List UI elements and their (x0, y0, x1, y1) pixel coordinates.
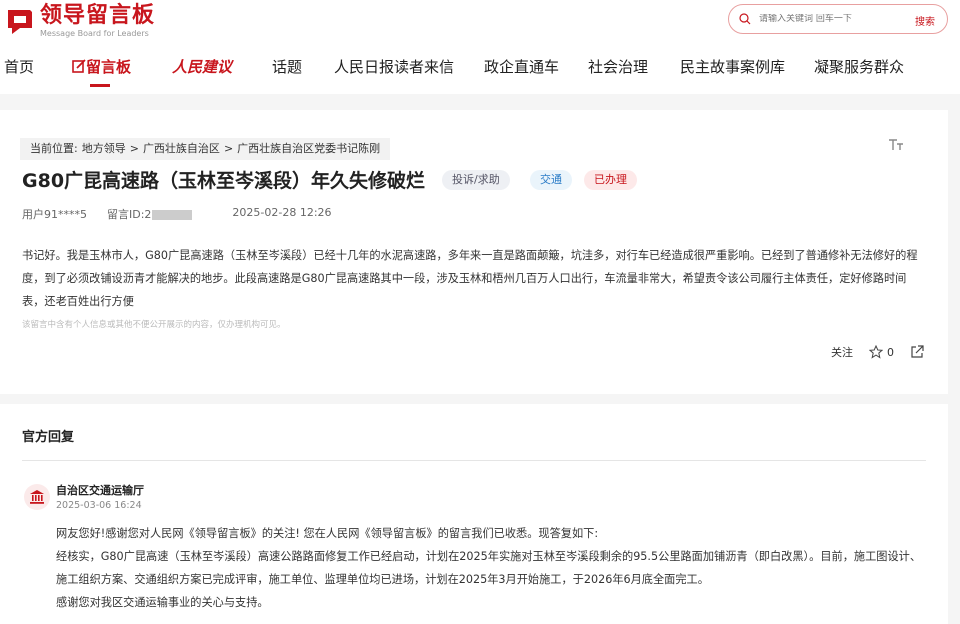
reply-body: 网友您好!感谢您对人民网《领导留言板》的关注! 您在人民网《领导留言板》的留言我… (56, 522, 932, 614)
star-count: 0 (887, 345, 894, 359)
message-title: G80广昆高速路（玉林至岑溪段）年久失修破烂 (22, 170, 426, 192)
breadcrumb-prefix: 当前位置: (30, 142, 78, 155)
official-reply-card: 官方回复 自治区交通运输厅 2025-03-06 16:24 网友您好!感谢您对… (0, 404, 948, 624)
message-actions: 关注 0 (831, 344, 924, 360)
divider (22, 460, 926, 461)
logo-icon (8, 9, 32, 34)
message-user: 用户91****5 (22, 208, 87, 221)
nav-message-board[interactable]: 留言板 (72, 54, 131, 80)
nav-home[interactable]: 首页 (4, 54, 34, 80)
logo-title: 领导留言板 (40, 3, 156, 28)
nav-enterprise-express[interactable]: 政企直通车 (484, 54, 559, 80)
breadcrumb-item[interactable]: 广西壮族自治区 (143, 138, 220, 160)
logo-subtitle: Message Board for Leaders (40, 29, 149, 38)
star-button[interactable]: 0 (869, 345, 894, 359)
reply-department: 自治区交通运输厅 (56, 484, 144, 497)
reply-datetime: 2025-03-06 16:24 (56, 500, 142, 511)
star-icon (869, 345, 883, 359)
nav-topics[interactable]: 话题 (272, 54, 302, 80)
search-input[interactable] (759, 14, 909, 24)
share-button[interactable] (910, 345, 924, 359)
reply-heading: 官方回复 (22, 430, 75, 445)
nav-social-governance[interactable]: 社会治理 (588, 54, 648, 80)
site-logo[interactable]: 领导留言板 Message Board for Leaders (4, 4, 155, 39)
share-icon (911, 345, 924, 358)
reply-paragraph: 网友您好!感谢您对人民网《领导留言板》的关注! 您在人民网《领导留言板》的留言我… (56, 527, 599, 540)
message-meta: 用户91****5 留言ID:2 2025-02-28 12:26 (22, 206, 352, 222)
breadcrumb: 当前位置: 地方领导 > 广西壮族自治区 > 广西壮族自治区党委书记陈刚 (20, 138, 391, 160)
message-card: 当前位置: 地方领导 > 广西壮族自治区 > 广西壮族自治区党委书记陈刚 G80… (0, 110, 948, 394)
message-field-tag: 交通 (530, 170, 572, 190)
message-datetime: 2025-02-28 12:26 (232, 206, 332, 219)
search-box: 搜索 (728, 4, 948, 34)
edit-icon (72, 59, 86, 73)
reply-paragraph: 经核实，G80广昆高速（玉林至岑溪段）高速公路路面修复工作已经启动，计划在202… (56, 550, 922, 586)
breadcrumb-item[interactable]: 地方领导 (82, 138, 126, 160)
reply-paragraph: 感谢您对我区交通运输事业的关心与支持。 (56, 596, 269, 609)
breadcrumb-separator: > (129, 142, 139, 155)
breadcrumb-item[interactable]: 广西壮族自治区党委书记陈刚 (237, 138, 380, 160)
nav-people-suggestions[interactable]: 人民建议 (172, 54, 232, 80)
nav-serve-masses[interactable]: 凝聚服务群众 (814, 54, 904, 80)
nav-message-board-label: 留言板 (86, 58, 132, 76)
status-badge: 已办理 (584, 170, 637, 190)
nav-readers-letters[interactable]: 人民日报读者来信 (334, 54, 454, 80)
main-nav: 首页 留言板 人民建议 话题 人民日报读者来信 政企直通车 社会治理 民主故事案… (0, 54, 960, 87)
site-header: 领导留言板 Message Board for Leaders 搜索 首页 留言… (0, 0, 960, 94)
search-icon (739, 13, 751, 25)
avatar (24, 484, 50, 510)
nav-democracy-cases[interactable]: 民主故事案例库 (680, 54, 785, 80)
government-building-icon (30, 490, 44, 504)
message-id-label: 留言ID:2 (107, 208, 152, 221)
nav-active-indicator (90, 84, 110, 87)
breadcrumb-separator: > (223, 142, 234, 155)
redacted-id (152, 210, 193, 220)
message-id: 留言ID:2 (107, 206, 212, 222)
message-type-tag: 投诉/求助 (442, 170, 510, 190)
search-button[interactable]: 搜索 (915, 13, 935, 28)
privacy-notice: 该留言中含有个人信息或其他不便公开展示的内容，仅办理机构可见。 (22, 320, 286, 330)
message-body: 书记好。我是玉林市人，G80广昆高速路（玉林至岑溪段）已经十几年的水泥高速路，多… (22, 249, 918, 308)
font-size-icon[interactable] (888, 138, 904, 156)
follow-button[interactable]: 关注 (831, 344, 853, 360)
